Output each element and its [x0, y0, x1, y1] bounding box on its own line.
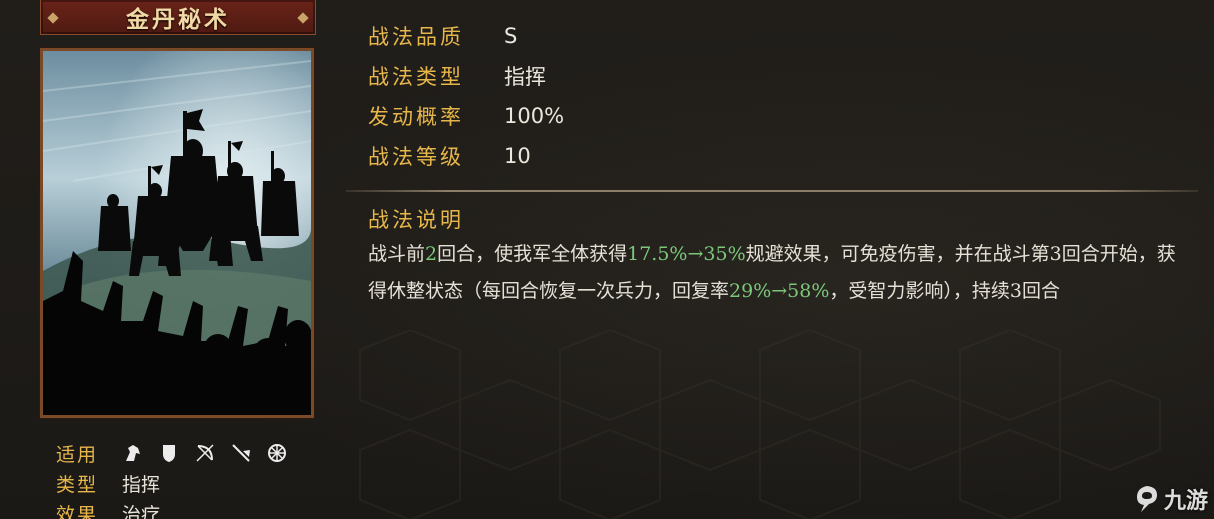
desc-highlight: 29%→58%	[729, 280, 830, 302]
attr-chance-label: 发动概率	[368, 105, 464, 129]
skill-title-plate: 金丹秘术	[40, 0, 316, 35]
desc-highlight: 17.5%→35%	[627, 243, 746, 265]
effect-label: 效果	[56, 503, 99, 519]
skill-detail-panel: 金丹秘术 适用 类型 指挥 效果 治疗 战法品质 S 战法类型 指挥 发动概率 …	[0, 0, 1214, 519]
hex-background-pattern	[359, 330, 1161, 519]
desc-text: ，受智力影响），持续	[829, 280, 1010, 302]
desc-text: 战斗前	[368, 243, 426, 265]
army-silhouette-art	[43, 51, 311, 415]
description-body: 战斗前2回合，使我军全体获得17.5%→35%规避效果，可免疫伤害，并在战斗第3…	[368, 236, 1188, 310]
effect-value: 治疗	[122, 503, 161, 519]
attr-level-value: 10	[504, 144, 531, 168]
attr-quality-row: 战法品质 S	[368, 16, 564, 56]
skill-illustration	[40, 48, 314, 418]
attr-level-label: 战法等级	[368, 145, 464, 169]
applicable-row: 适用	[56, 438, 316, 468]
section-divider	[346, 190, 1198, 192]
attr-type-row: 战法类型 指挥	[368, 56, 564, 96]
cavalry-icon	[126, 445, 140, 461]
attr-quality-label: 战法品质	[368, 25, 464, 49]
attr-type-value: 指挥	[504, 65, 546, 89]
chariot-icon	[268, 444, 286, 462]
troop-icon-list	[122, 442, 288, 464]
desc-highlight: 2	[425, 243, 438, 265]
desc-text-number: 3	[1009, 280, 1023, 302]
description-title: 战法说明	[368, 208, 464, 232]
attr-chance-value: 100%	[504, 104, 565, 128]
bow-icon	[196, 444, 214, 462]
type-value: 指挥	[122, 473, 161, 496]
attr-level-row: 战法等级 10	[368, 136, 564, 176]
left-info-block: 适用 类型 指挥 效果 治疗	[56, 438, 316, 519]
applicable-label: 适用	[56, 443, 99, 466]
desc-text: 规避效果，可免疫伤害，并在战斗第	[745, 243, 1050, 265]
desc-text: 回合，使我军全体获得	[437, 243, 628, 265]
watermark: 九游	[1134, 483, 1208, 515]
shield-icon	[163, 445, 175, 462]
attr-chance-row: 发动概率 100%	[368, 96, 564, 136]
desc-text: 回合	[1022, 280, 1061, 302]
skill-name: 金丹秘术	[126, 6, 230, 33]
watermark-text: 九游	[1163, 489, 1208, 514]
watermark-logo-icon	[1136, 486, 1157, 512]
spear-icon	[232, 444, 250, 462]
attr-quality-value: S	[504, 24, 518, 48]
desc-text-number: 3	[1049, 243, 1062, 265]
type-label: 类型	[56, 473, 99, 496]
type-row: 类型 指挥	[56, 468, 316, 498]
effect-row: 效果 治疗	[56, 498, 316, 519]
attr-type-label: 战法类型	[368, 65, 464, 89]
skill-attributes: 战法品质 S 战法类型 指挥 发动概率 100% 战法等级 10	[368, 16, 564, 176]
